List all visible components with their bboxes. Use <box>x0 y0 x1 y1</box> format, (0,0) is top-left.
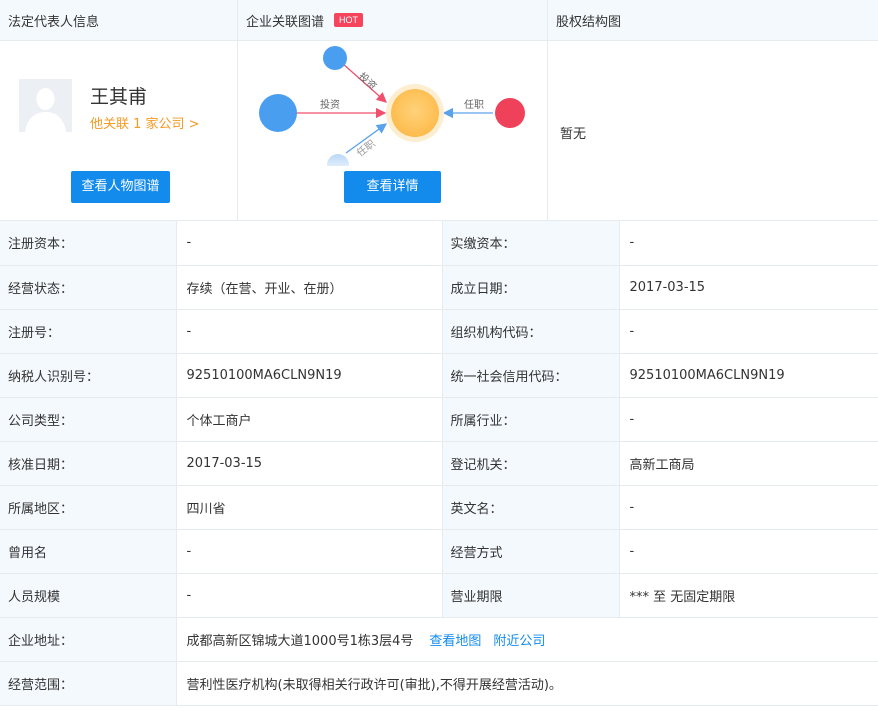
field-label: 所属地区： <box>0 485 177 530</box>
field-label: 英文名： <box>442 485 620 530</box>
edge-label-invest-left: 投资 <box>320 98 340 111</box>
equity-header: 股权结构图 <box>548 0 878 41</box>
relation-graph-title: 企业关联图谱 <box>246 14 325 30</box>
view-details-button[interactable]: 查看详情 <box>344 171 441 203</box>
edge-label-invest-top: 投资 <box>356 70 380 93</box>
field-value: 2017-03-15 <box>619 265 878 310</box>
node-center <box>391 89 439 137</box>
edge-label-role-right: 任职 <box>464 98 484 111</box>
relation-graph-panel: 企业关联图谱 HOT 投资 投资 任职 任职 查看详情 <box>238 0 548 220</box>
field-value: 92510100MA6CLN9N19 <box>176 353 443 398</box>
table-row: 曾用名 - 经营方式 - <box>0 529 878 574</box>
address-cell: 成都高新区锦城大道1000号1栋3层4号 查看地图 附近公司 <box>176 617 878 662</box>
field-label: 成立日期： <box>442 265 620 310</box>
view-person-graph-button[interactable]: 查看人物图谱 <box>71 171 170 203</box>
company-info-table: 注册资本： - 实缴资本： - 经营状态： 存续（在营、开业、在册） 成立日期：… <box>0 221 878 706</box>
table-row: 所属地区： 四川省 英文名： - <box>0 485 878 530</box>
field-label: 实缴资本： <box>442 221 620 266</box>
table-row: 纳税人识别号： 92510100MA6CLN9N19 统一社会信用代码： 925… <box>0 353 878 398</box>
field-label: 经营状态： <box>0 265 177 310</box>
table-row: 公司类型： 个体工商户 所属行业： - <box>0 397 878 442</box>
avatar <box>19 79 72 132</box>
edge-label-role-bottom: 任职 <box>354 137 378 160</box>
field-value: 92510100MA6CLN9N19 <box>619 353 878 398</box>
node-left <box>259 94 297 132</box>
scope-label: 经营范围： <box>0 661 177 706</box>
field-label: 公司类型： <box>0 397 177 442</box>
equity-title: 股权结构图 <box>556 14 622 30</box>
legal-rep-header: 法定代表人信息 <box>0 0 237 41</box>
scope-row: 经营范围： 营利性医疗机构(未取得相关行政许可(审批),不得开展经营活动)。 <box>0 661 878 706</box>
node-right <box>495 98 525 128</box>
field-value: 个体工商户 <box>176 397 443 442</box>
node-bottom <box>327 154 349 166</box>
field-value: 存续（在营、开业、在册） <box>176 265 443 310</box>
address-label: 企业地址： <box>0 617 177 662</box>
table-row: 核准日期： 2017-03-15 登记机关： 高新工商局 <box>0 441 878 486</box>
nearby-companies-link[interactable]: 附近公司 <box>493 634 545 649</box>
table-row: 注册资本： - 实缴资本： - <box>0 221 878 266</box>
field-label: 注册号： <box>0 309 177 354</box>
field-value: - <box>619 397 878 442</box>
field-label: 组织机构代码： <box>442 309 620 354</box>
person-silhouette-icon <box>19 79 72 132</box>
top-panels: 法定代表人信息 王其甫 他关联 1 家公司 > 查看人物图谱 企业关联图谱 HO… <box>0 0 878 221</box>
company-info-body: 注册资本： - 实缴资本： - 经营状态： 存续（在营、开业、在册） 成立日期：… <box>0 221 878 706</box>
field-label: 曾用名 <box>0 529 177 574</box>
hot-badge: HOT <box>334 13 364 27</box>
field-value: - <box>619 485 878 530</box>
equity-empty-text: 暂无 <box>560 127 587 142</box>
field-value: - <box>176 573 443 618</box>
field-label: 注册资本： <box>0 221 177 266</box>
legal-rep-panel: 法定代表人信息 王其甫 他关联 1 家公司 > 查看人物图谱 <box>0 0 238 220</box>
field-value: - <box>619 309 878 354</box>
field-value: *** 至 无固定期限 <box>619 573 878 618</box>
address-row: 企业地址： 成都高新区锦城大道1000号1栋3层4号 查看地图 附近公司 <box>0 617 878 662</box>
related-companies-link[interactable]: 他关联 1 家公司 > <box>90 113 200 132</box>
view-map-link[interactable]: 查看地图 <box>429 634 481 649</box>
equity-panel: 股权结构图 暂无 <box>548 0 878 220</box>
table-row: 注册号： - 组织机构代码： - <box>0 309 878 354</box>
table-row: 经营状态： 存续（在营、开业、在册） 成立日期： 2017-03-15 <box>0 265 878 310</box>
field-value: - <box>619 529 878 574</box>
person-name: 王其甫 <box>90 86 148 108</box>
field-label: 核准日期： <box>0 441 177 486</box>
field-value: - <box>176 309 443 354</box>
field-label: 人员规模 <box>0 573 177 618</box>
field-label: 统一社会信用代码： <box>442 353 620 398</box>
field-label: 登记机关： <box>442 441 620 486</box>
node-top <box>323 46 347 70</box>
field-value: 高新工商局 <box>619 441 878 486</box>
field-value: 四川省 <box>176 485 443 530</box>
field-label: 经营方式 <box>442 529 620 574</box>
field-label: 所属行业： <box>442 397 620 442</box>
field-value: - <box>176 221 443 266</box>
field-value: 2017-03-15 <box>176 441 443 486</box>
field-label: 营业期限 <box>442 573 620 618</box>
relation-graph-header: 企业关联图谱 HOT <box>238 0 547 41</box>
field-value: - <box>619 221 878 266</box>
field-label: 纳税人识别号： <box>0 353 177 398</box>
scope-value: 营利性医疗机构(未取得相关行政许可(审批),不得开展经营活动)。 <box>176 661 878 706</box>
field-value: - <box>176 529 443 574</box>
table-row: 人员规模 - 营业期限 *** 至 无固定期限 <box>0 573 878 618</box>
relation-graph-diagram[interactable]: 投资 投资 任职 任职 <box>238 41 547 166</box>
legal-rep-title: 法定代表人信息 <box>8 14 100 30</box>
address-value: 成都高新区锦城大道1000号1栋3层4号 <box>186 633 414 649</box>
